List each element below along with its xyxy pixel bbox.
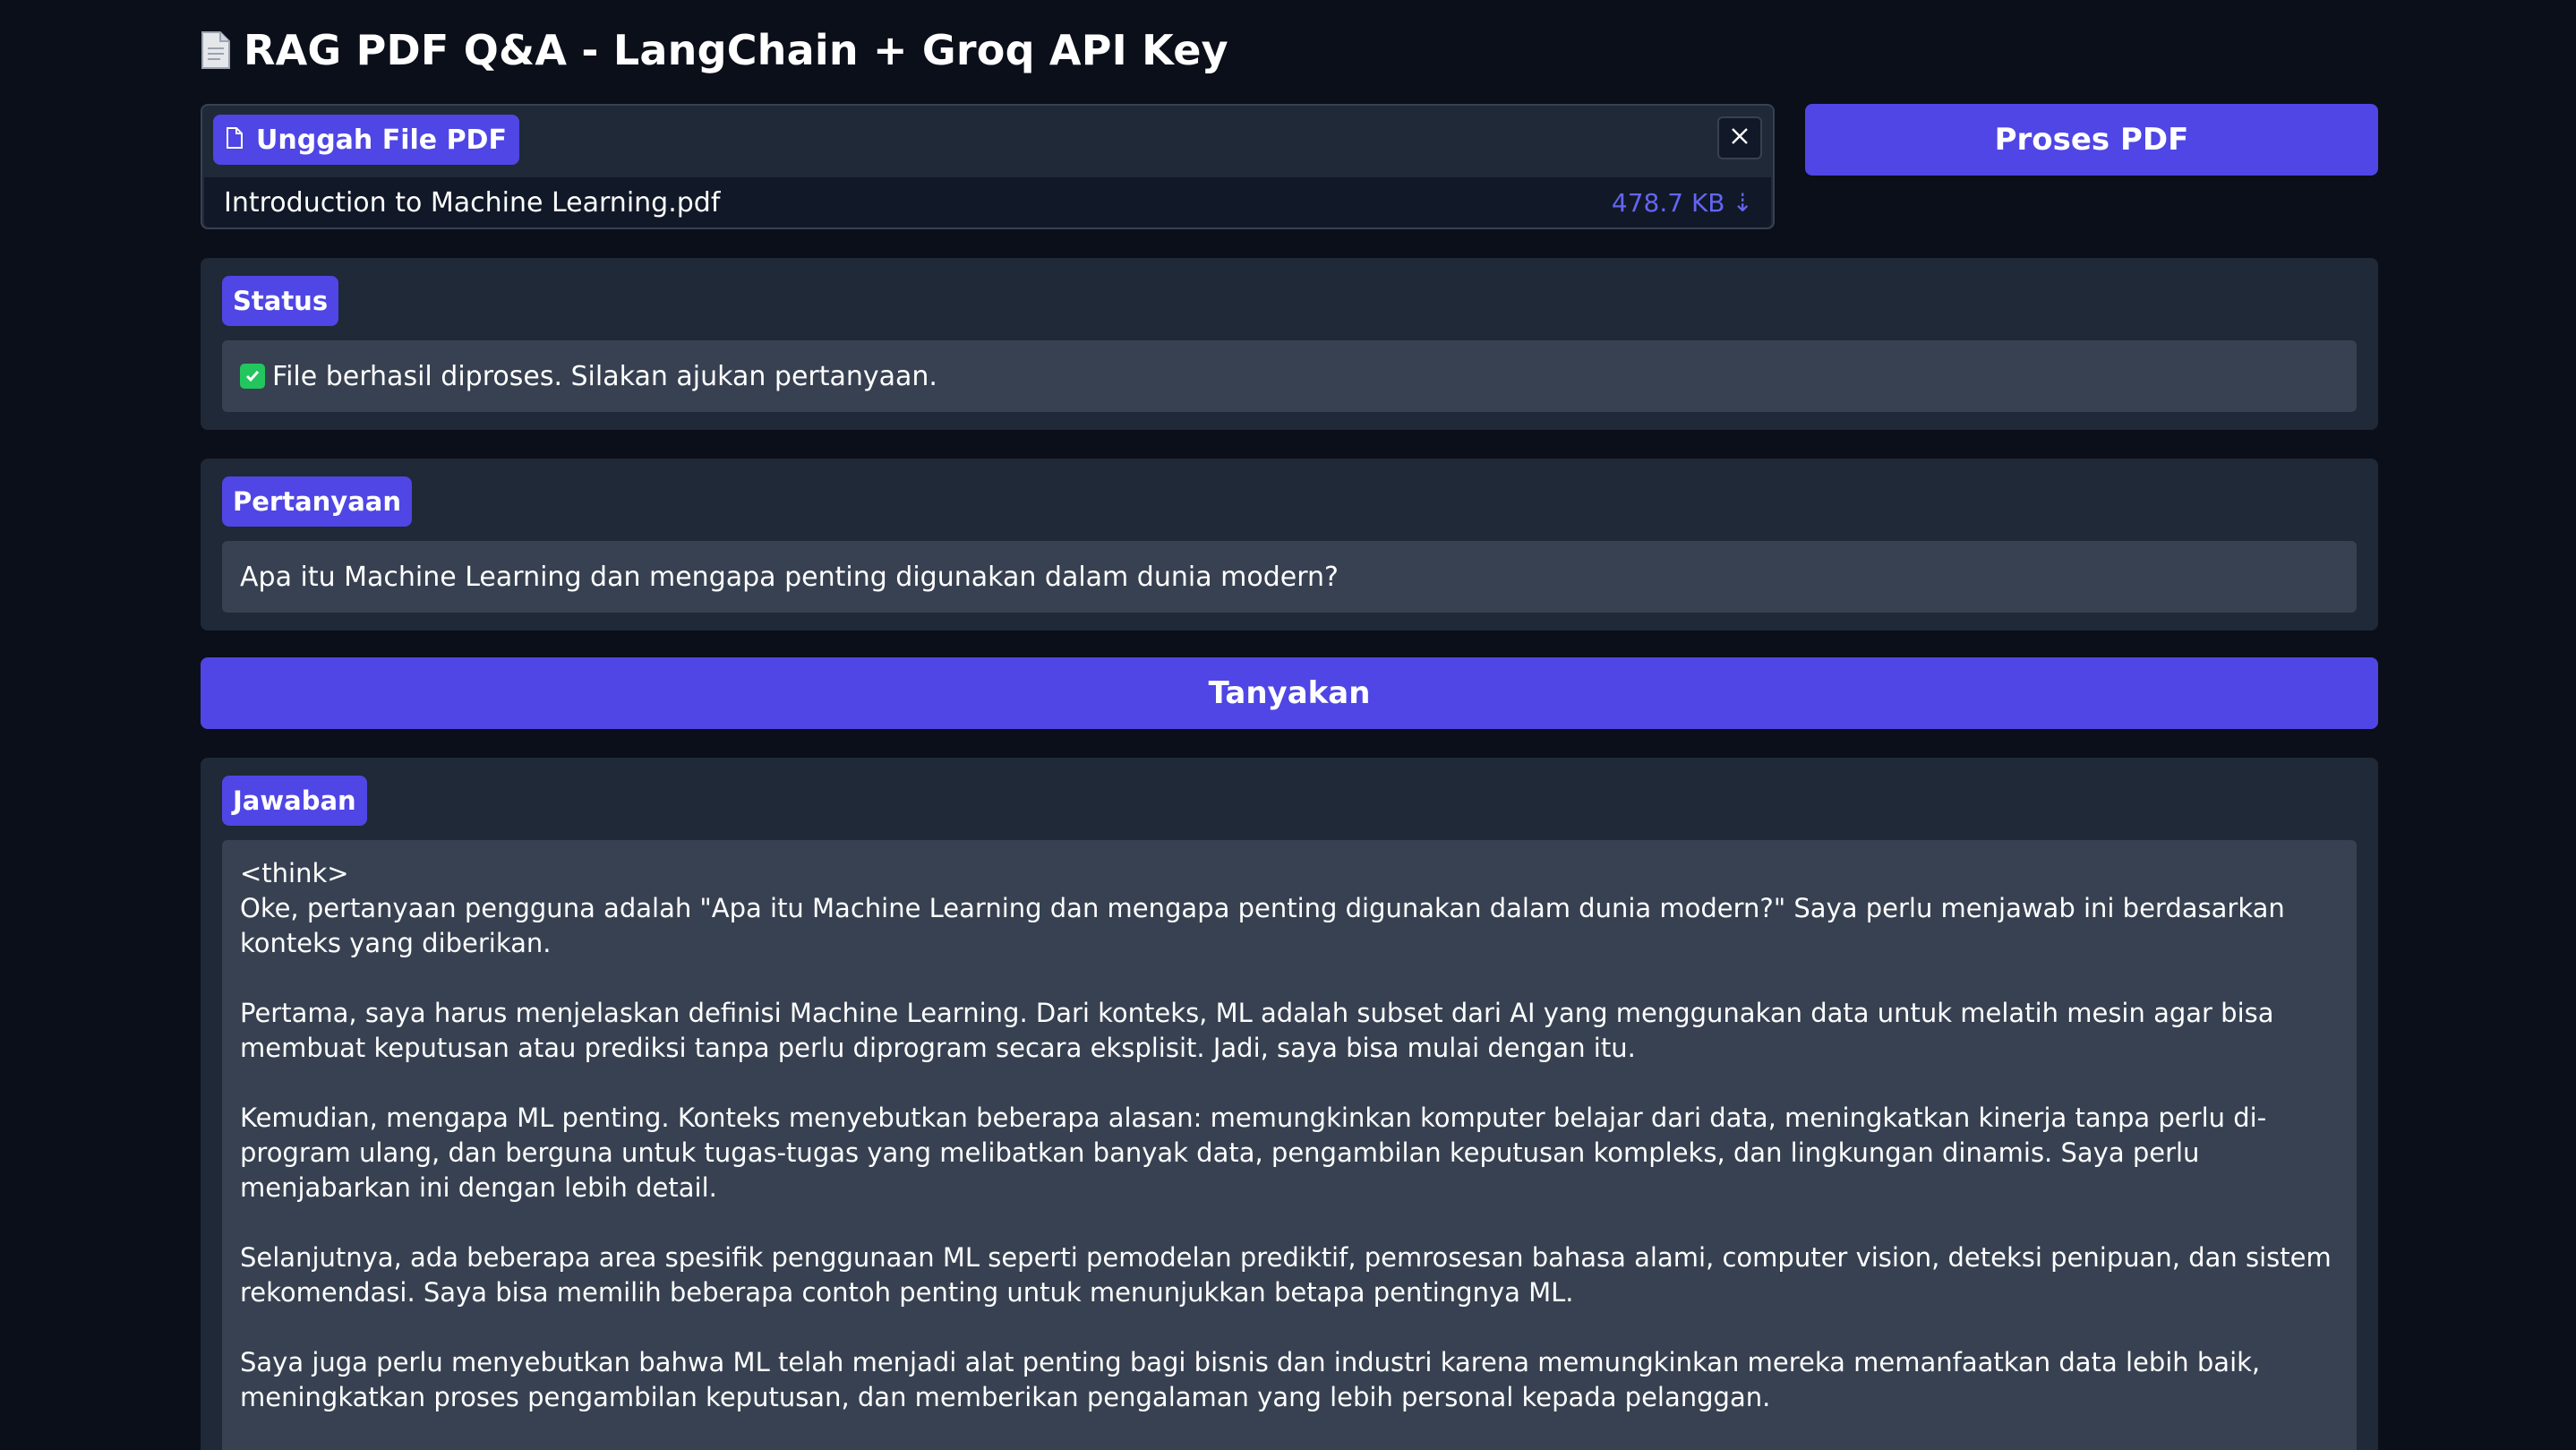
answer-paragraph: Selanjutnya, ada beberapa area spesifik … [240,1242,2340,1308]
pdf-upload-area[interactable]: Unggah File PDF Introduction to Machine … [201,104,1775,229]
answer-label: Jawaban [222,776,367,826]
status-label: Status [222,276,339,326]
download-icon: ⇣ [1732,187,1753,218]
status-text: File berhasil diproses. Silakan ajukan p… [272,360,937,392]
question-input[interactable]: Apa itu Machine Learning dan mengapa pen… [222,541,2357,613]
answer-paragraph: Kemudian, mengapa ML penting. Konteks me… [240,1103,2267,1203]
ask-button[interactable]: Tanyakan [201,657,2378,729]
file-name: Introduction to Machine Learning.pdf [224,186,721,219]
answer-textbox[interactable]: <think> Oke, pertanyaan pengguna adalah … [222,840,2357,1450]
answer-panel: Jawaban <think> Oke, pertanyaan pengguna… [201,758,2378,1450]
answer-paragraph: Oke, pertanyaan pengguna adalah "Apa itu… [240,893,2293,958]
app-page: RAG PDF Q&A - LangChain + Groq API Key U… [0,0,2576,1450]
file-icon [226,124,244,156]
document-icon [201,30,231,70]
answer-paragraph: Pertama, saya harus menjelaskan definisi… [240,998,2282,1063]
upload-label-text: Unggah File PDF [256,124,507,156]
file-size: 478.7 KB [1611,187,1725,218]
clear-file-button[interactable] [1717,116,1762,159]
file-download-link[interactable]: 478.7 KB ⇣ [1612,188,1753,218]
title-row: RAG PDF Q&A - LangChain + Groq API Key [201,20,1228,81]
page-title: RAG PDF Q&A - LangChain + Groq API Key [244,26,1228,74]
answer-think-tag: <think> [240,858,349,888]
uploaded-file-row: Introduction to Machine Learning.pdf 478… [204,177,1771,227]
question-label: Pertanyaan [222,476,412,527]
close-icon [1730,126,1750,150]
status-panel: Status File berhasil diproses. Silakan a… [201,258,2378,430]
question-input-value: Apa itu Machine Learning dan mengapa pen… [240,561,1339,593]
status-textbox[interactable]: File berhasil diproses. Silakan ajukan p… [222,340,2357,412]
question-panel: Pertanyaan Apa itu Machine Learning dan … [201,459,2378,631]
process-pdf-button[interactable]: Proses PDF [1805,104,2378,176]
answer-paragraph: Saya juga perlu menyebutkan bahwa ML tel… [240,1347,2269,1412]
upload-label: Unggah File PDF [213,115,519,165]
check-mark-icon [240,364,265,389]
